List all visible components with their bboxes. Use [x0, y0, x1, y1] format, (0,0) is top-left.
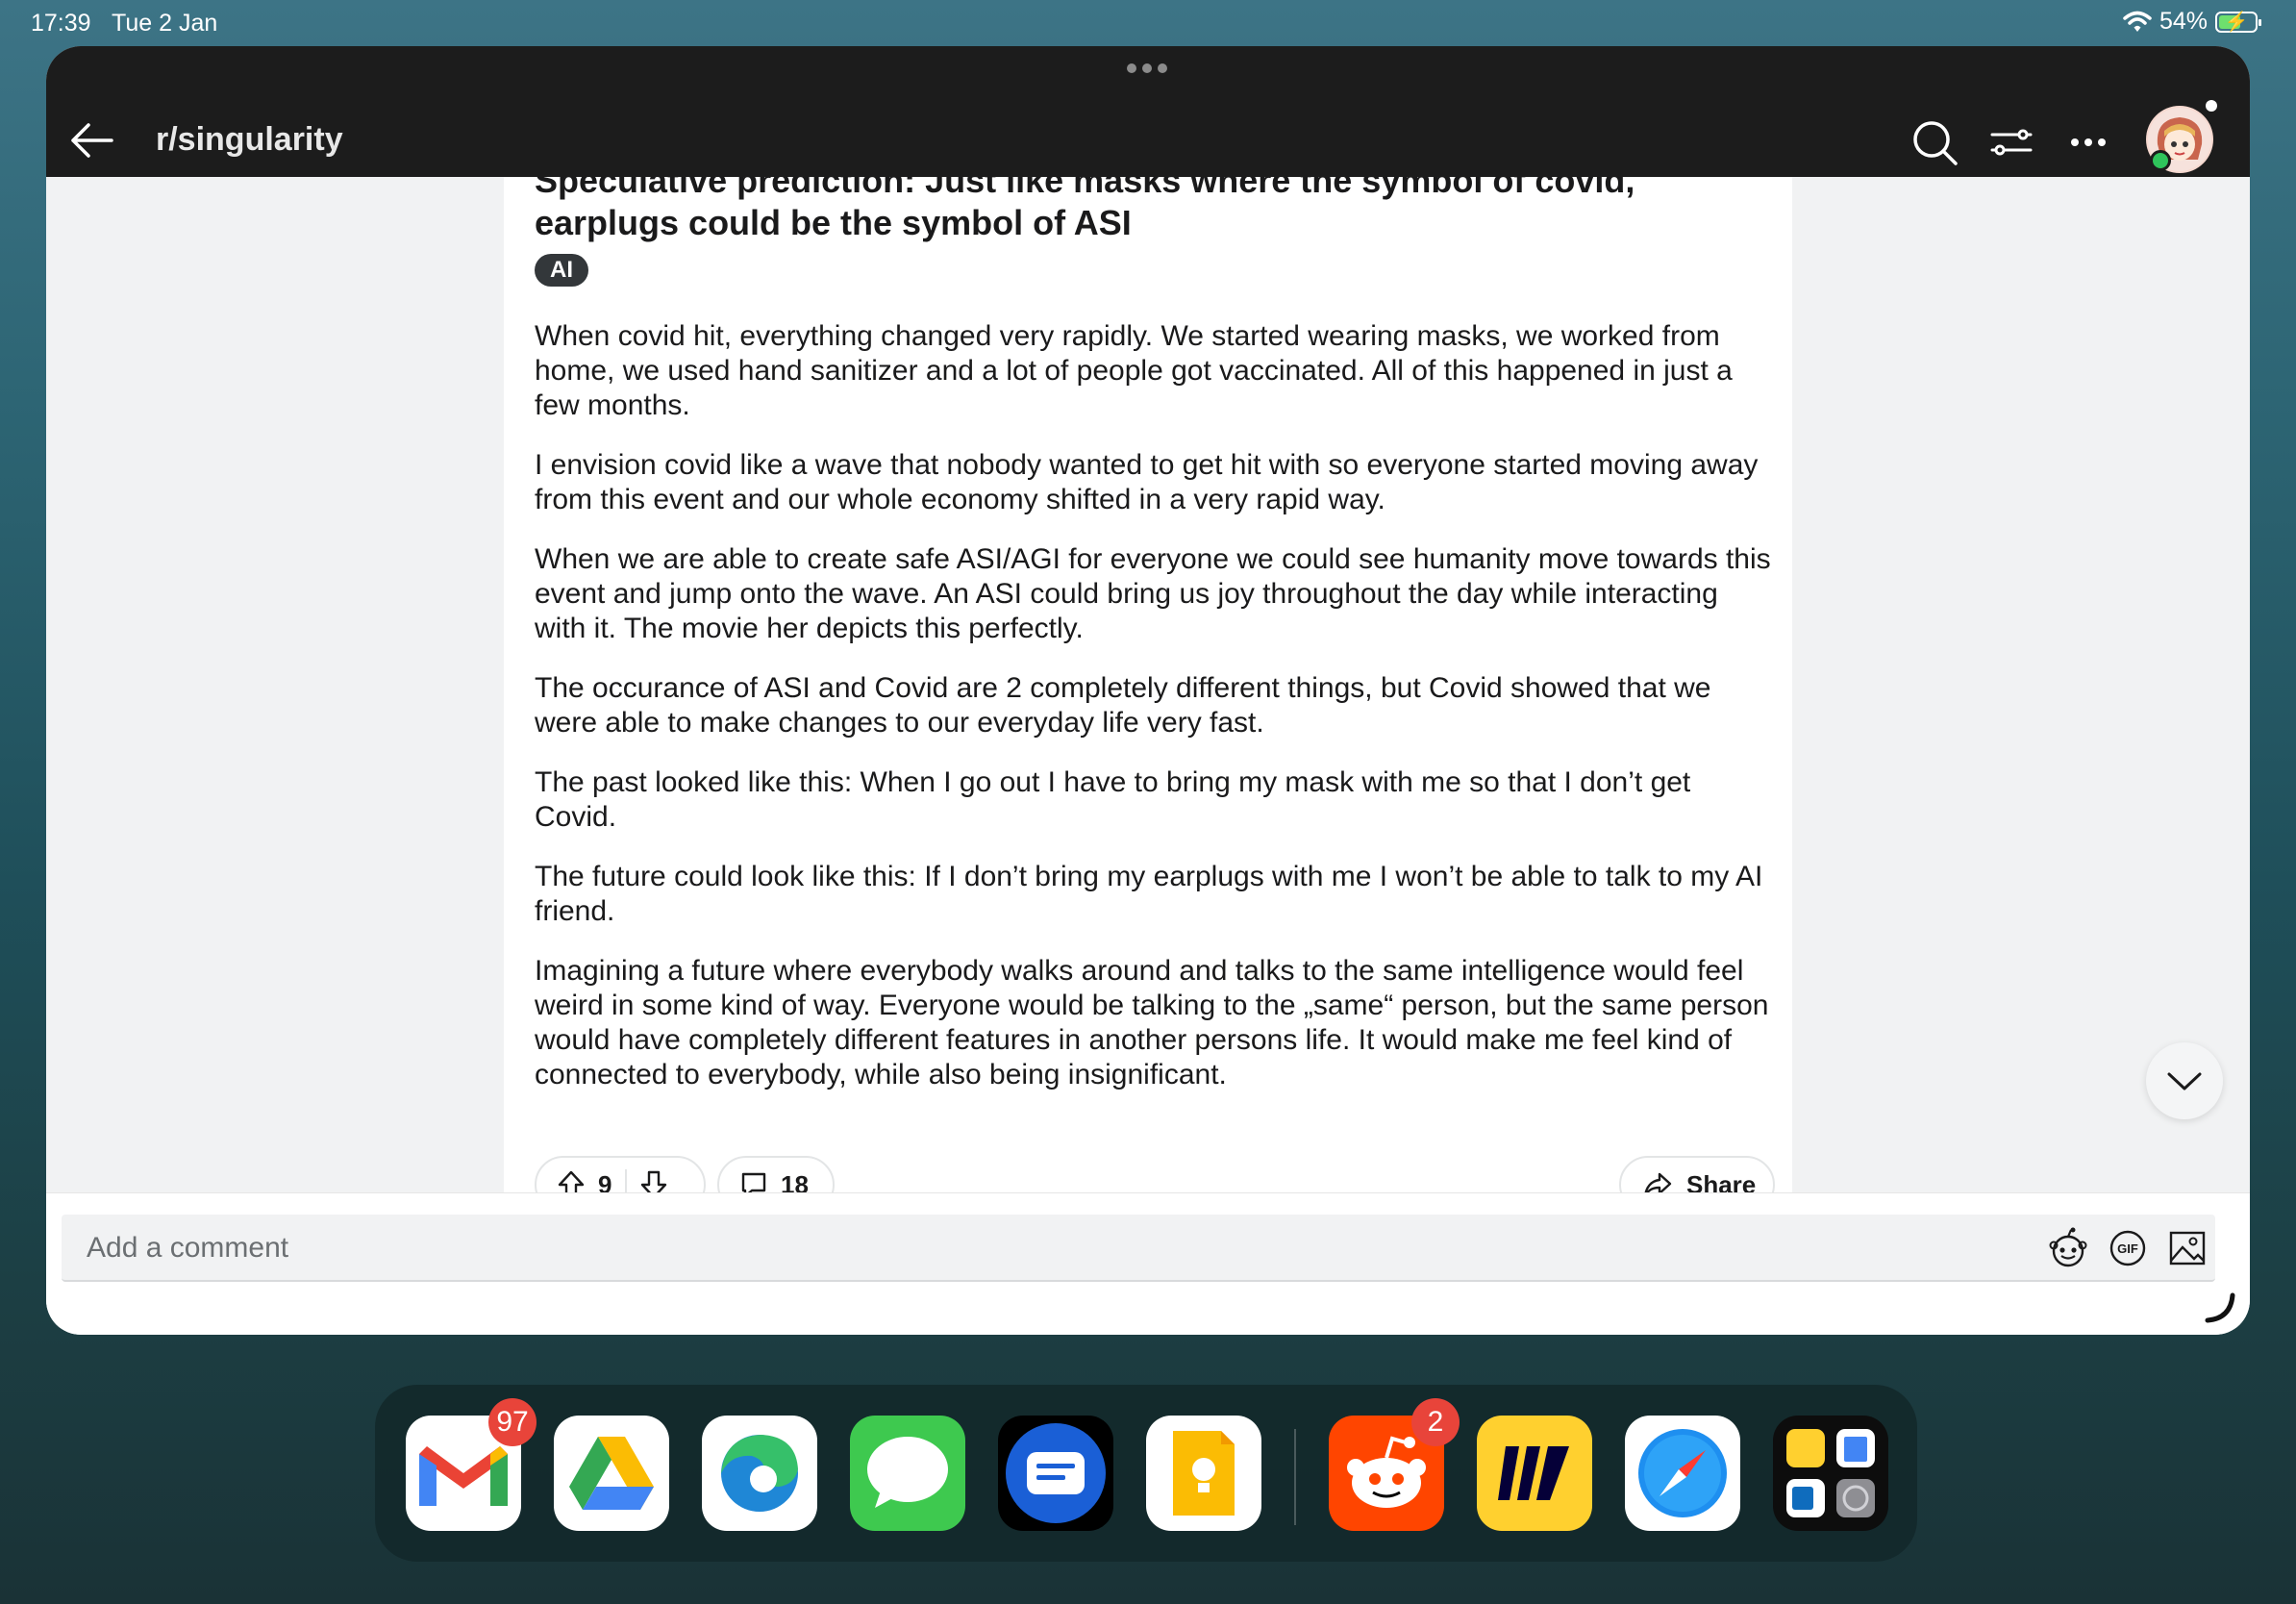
post-paragraph: When covid hit, everything changed very …	[535, 320, 1733, 421]
gif-icon[interactable]: GIF	[2106, 1226, 2150, 1270]
multitasking-handle[interactable]	[1127, 63, 1167, 73]
miro-app-icon[interactable]	[1477, 1416, 1592, 1531]
comment-placeholder: Add a comment	[87, 1232, 289, 1264]
post-paragraph: The past looked like this: When I go out…	[535, 766, 1691, 833]
top-bar: r/singularity	[46, 46, 2250, 177]
google-keep-app-icon[interactable]	[1146, 1416, 1261, 1531]
reddit-window: r/singularity Speculative prediction: Ju…	[46, 46, 2250, 1335]
messages-app-icon[interactable]	[850, 1416, 965, 1531]
microsoft-edge-app-icon[interactable]	[702, 1416, 817, 1531]
dock: 97 2	[375, 1385, 1917, 1562]
post-title-line-2: earplugs could be the symbol of ASI	[535, 203, 1132, 242]
image-upload-icon[interactable]	[2165, 1226, 2209, 1270]
resize-handle-icon[interactable]	[2202, 1290, 2236, 1324]
comment-input[interactable]: Add a comment GIF	[62, 1215, 2215, 1282]
gmail-app-icon[interactable]: 97	[406, 1398, 537, 1531]
battery-percent: 54%	[2159, 8, 2208, 35]
reddit-app-icon[interactable]: 2	[1329, 1398, 1460, 1531]
status-bar: 17:39 Tue 2 Jan 54% ⚡	[0, 0, 2296, 46]
google-drive-app-icon[interactable]	[554, 1416, 669, 1531]
post-flair[interactable]: AI	[535, 254, 588, 287]
comment-bar: Add a comment GIF	[46, 1192, 2250, 1335]
post-title[interactable]: Speculative prediction: Just like masks …	[535, 177, 1775, 244]
more-options-icon[interactable]	[2061, 115, 2115, 169]
post-paragraph: When we are able to create safe ASI/AGI …	[535, 543, 1771, 644]
search-icon[interactable]	[1908, 115, 1961, 169]
reddit-badge: 2	[1411, 1398, 1460, 1446]
status-right: 54% ⚡	[2123, 8, 2261, 36]
chevron-down-icon	[2167, 1072, 2202, 1090]
gmail-badge: 97	[488, 1398, 537, 1446]
post-title-line-1: Speculative prediction: Just like masks …	[535, 177, 1635, 200]
app-library-icon[interactable]	[1773, 1416, 1888, 1531]
subreddit-name[interactable]: r/singularity	[156, 121, 343, 159]
post-paragraph: I envision covid like a wave that nobody…	[535, 449, 1759, 515]
status-date: Tue 2 Jan	[112, 10, 218, 37]
status-time: 17:39	[31, 10, 91, 37]
back-arrow-icon[interactable]	[65, 113, 119, 167]
post-paragraph: The occurance of ASI and Covid are 2 com…	[535, 672, 1711, 739]
user-avatar[interactable]	[2146, 100, 2217, 173]
scroll-down-button[interactable]	[2146, 1042, 2223, 1119]
dock-divider	[1294, 1429, 1296, 1525]
safari-app-icon[interactable]	[1625, 1416, 1740, 1531]
post-body: When covid hit, everything changed very …	[535, 319, 1775, 1117]
svg-text:GIF: GIF	[2117, 1241, 2138, 1256]
snoo-emoji-icon[interactable]	[2046, 1226, 2090, 1270]
sort-filter-icon[interactable]	[1984, 115, 2038, 169]
battery-icon: ⚡	[2215, 11, 2261, 33]
google-messages-app-icon[interactable]	[998, 1416, 1113, 1531]
post-paragraph: The future could look like this: If I do…	[535, 861, 1763, 927]
post-paragraph: Imagining a future where everybody walks…	[535, 955, 1769, 1090]
post-card: Speculative prediction: Just like masks …	[504, 177, 1792, 1225]
wifi-icon	[2123, 11, 2152, 32]
